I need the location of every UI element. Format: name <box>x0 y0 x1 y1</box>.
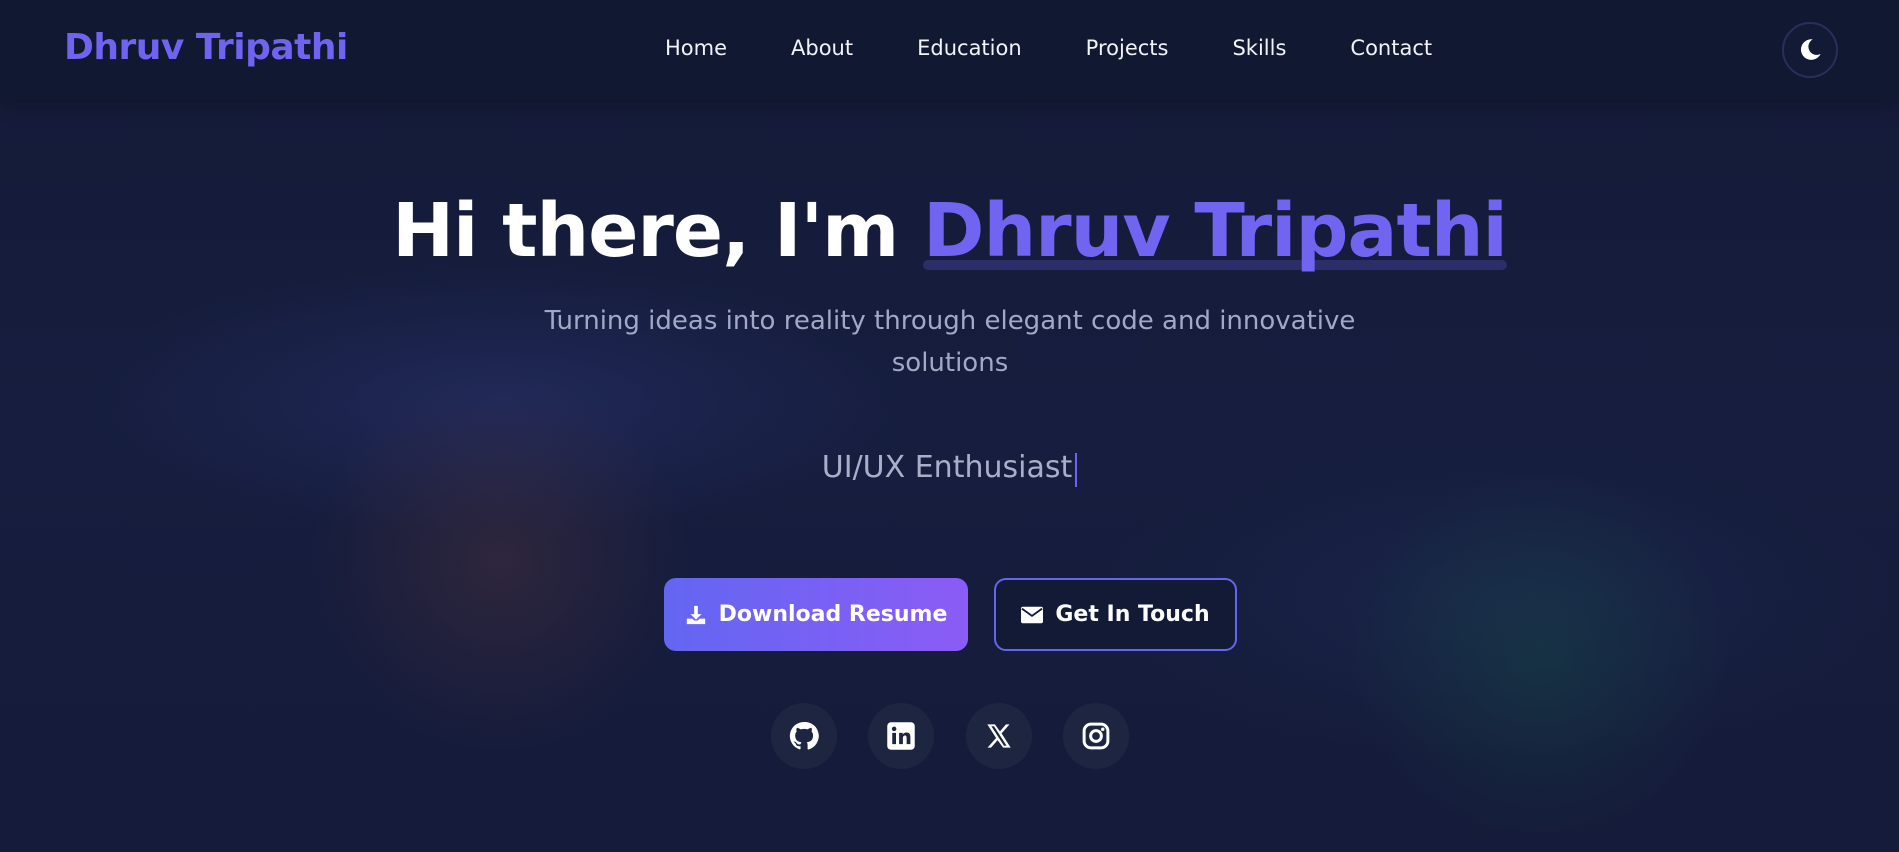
get-in-touch-label: Get In Touch <box>1055 602 1210 627</box>
site-logo[interactable]: Dhruv Tripathi <box>64 27 348 68</box>
instagram-link[interactable] <box>1063 703 1129 769</box>
theme-toggle-button[interactable] <box>1782 22 1838 78</box>
typed-text: UI/UX Enthusiast <box>821 450 1073 485</box>
get-in-touch-button[interactable]: Get In Touch <box>994 578 1237 651</box>
download-resume-label: Download Resume <box>718 602 948 627</box>
github-icon <box>789 721 819 750</box>
typing-cursor <box>1075 453 1078 487</box>
hero-greeting: Hi there, I'm <box>392 188 924 274</box>
moon-icon <box>1800 39 1821 60</box>
hero-title: Hi there, I'm Dhruv Tripathi <box>0 188 1899 274</box>
linkedin-link[interactable] <box>868 703 934 769</box>
x-icon <box>987 724 1011 748</box>
instagram-icon <box>1082 722 1110 750</box>
nav-link-skills[interactable]: Skills <box>1232 36 1286 60</box>
nav-link-home[interactable]: Home <box>665 36 727 60</box>
hero-name: Dhruv Tripathi <box>923 188 1508 274</box>
typed-role: UI/UX Enthusiast <box>0 450 1899 487</box>
nav-link-about[interactable]: About <box>791 36 853 60</box>
github-link[interactable] <box>771 703 837 769</box>
navbar: Dhruv Tripathi Home About Education Proj… <box>0 0 1899 100</box>
download-icon <box>685 604 707 626</box>
hero-subtitle: Turning ideas into reality through elega… <box>544 306 1356 378</box>
nav-links: Home About Education Projects Skills Con… <box>665 36 1432 60</box>
download-resume-button[interactable]: Download Resume <box>664 578 968 651</box>
nav-link-contact[interactable]: Contact <box>1350 36 1432 60</box>
nav-link-projects[interactable]: Projects <box>1086 36 1169 60</box>
page: Dhruv Tripathi Home About Education Proj… <box>0 0 1899 852</box>
x-link[interactable] <box>966 703 1032 769</box>
linkedin-icon <box>887 722 915 750</box>
envelope-icon <box>1021 606 1044 624</box>
nav-link-education[interactable]: Education <box>917 36 1022 60</box>
